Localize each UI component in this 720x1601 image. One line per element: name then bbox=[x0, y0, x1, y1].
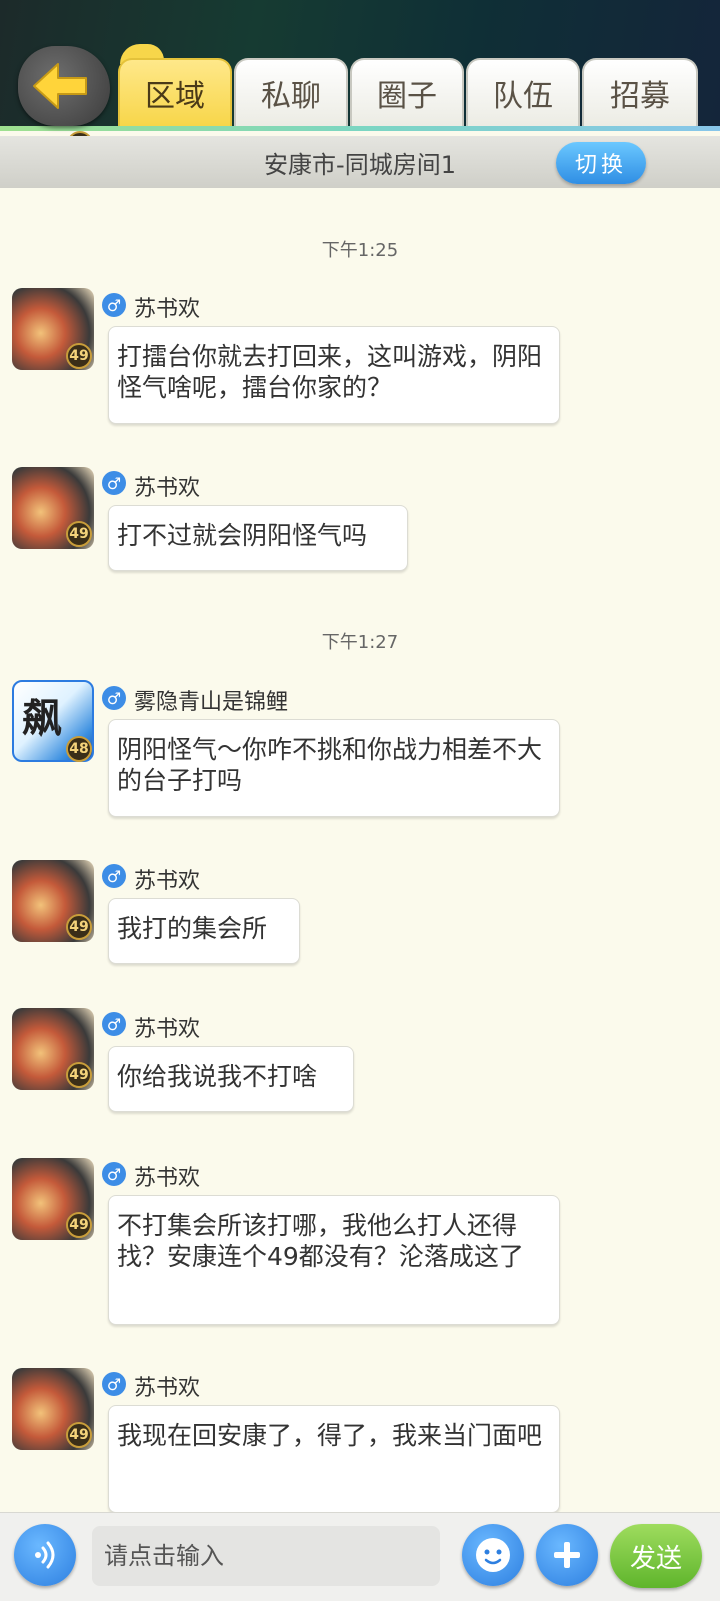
avatar-level-badge: 49 bbox=[66, 914, 92, 940]
voice-icon bbox=[35, 1541, 55, 1569]
tab-recruit[interactable]: 招募 bbox=[582, 58, 698, 126]
male-icon: ♂ bbox=[102, 1372, 126, 1396]
tab-private-chat[interactable]: 私聊 bbox=[234, 58, 348, 126]
avatar-level-badge: 49 bbox=[66, 343, 92, 369]
sender-name: 苏书欢 bbox=[134, 476, 201, 501]
avatar-level-badge: 48 bbox=[66, 736, 92, 762]
avatar-level-badge: 49 bbox=[66, 1422, 92, 1448]
message-bubble: 打不过就会阴阳怪气吗 bbox=[108, 505, 408, 571]
tab-team[interactable]: 队伍 bbox=[466, 58, 580, 126]
emoji-icon bbox=[476, 1538, 510, 1572]
male-icon: ♂ bbox=[102, 471, 126, 495]
male-icon: ♂ bbox=[102, 686, 126, 710]
arrow-left-icon bbox=[33, 63, 87, 109]
sender-name: 雾隐青山是锦鲤 bbox=[134, 690, 289, 715]
message-bubble: 打擂台你就去打回来，这叫游戏，阴阳怪气啥呢，擂台你家的？ bbox=[108, 326, 560, 424]
tab-region[interactable]: 区域 bbox=[118, 58, 232, 126]
emoji-button[interactable] bbox=[462, 1524, 524, 1586]
male-icon: ♂ bbox=[102, 1162, 126, 1186]
sender-name: 苏书欢 bbox=[134, 1376, 201, 1401]
sender-name: 苏书欢 bbox=[134, 1166, 201, 1191]
male-icon: ♂ bbox=[102, 1012, 126, 1036]
message-bubble: 我打的集会所 bbox=[108, 898, 300, 964]
message-bubble: 阴阳怪气～你咋不挑和你战力相差不大的台子打吗 bbox=[108, 719, 560, 817]
message-bubble: 不打集会所该打哪，我他么打人还得找？安康连个49都没有？沦落成这了 bbox=[108, 1195, 560, 1325]
avatar-level-badge: 49 bbox=[66, 1212, 92, 1238]
voice-button[interactable] bbox=[14, 1524, 76, 1586]
send-button[interactable]: 发送 bbox=[610, 1524, 702, 1588]
plus-button[interactable] bbox=[536, 1524, 598, 1586]
sender-name: 苏书欢 bbox=[134, 297, 201, 322]
plus-icon bbox=[554, 1542, 580, 1568]
tab-circle[interactable]: 圈子 bbox=[350, 58, 464, 126]
switch-room-button[interactable]: 切换 bbox=[556, 142, 646, 184]
back-button[interactable] bbox=[18, 46, 110, 126]
avatar-glyph: 飙 bbox=[22, 695, 62, 742]
chat-timestamp: 下午1:27 bbox=[321, 632, 399, 653]
avatar-level-badge: 49 bbox=[66, 521, 92, 547]
sender-name: 苏书欢 bbox=[134, 1017, 201, 1042]
male-icon: ♂ bbox=[102, 864, 126, 888]
male-icon: ♂ bbox=[102, 293, 126, 317]
top-bar-divider bbox=[0, 126, 720, 131]
avatar-level-badge: 49 bbox=[66, 1062, 92, 1088]
chat-timestamp: 下午1:25 bbox=[321, 240, 399, 261]
message-bubble: 你给我说我不打啥 bbox=[108, 1046, 354, 1112]
chat-input[interactable] bbox=[92, 1526, 440, 1586]
message-bubble: 我现在回安康了，得了，我来当门面吧 bbox=[108, 1405, 560, 1513]
sender-name: 苏书欢 bbox=[134, 869, 201, 894]
